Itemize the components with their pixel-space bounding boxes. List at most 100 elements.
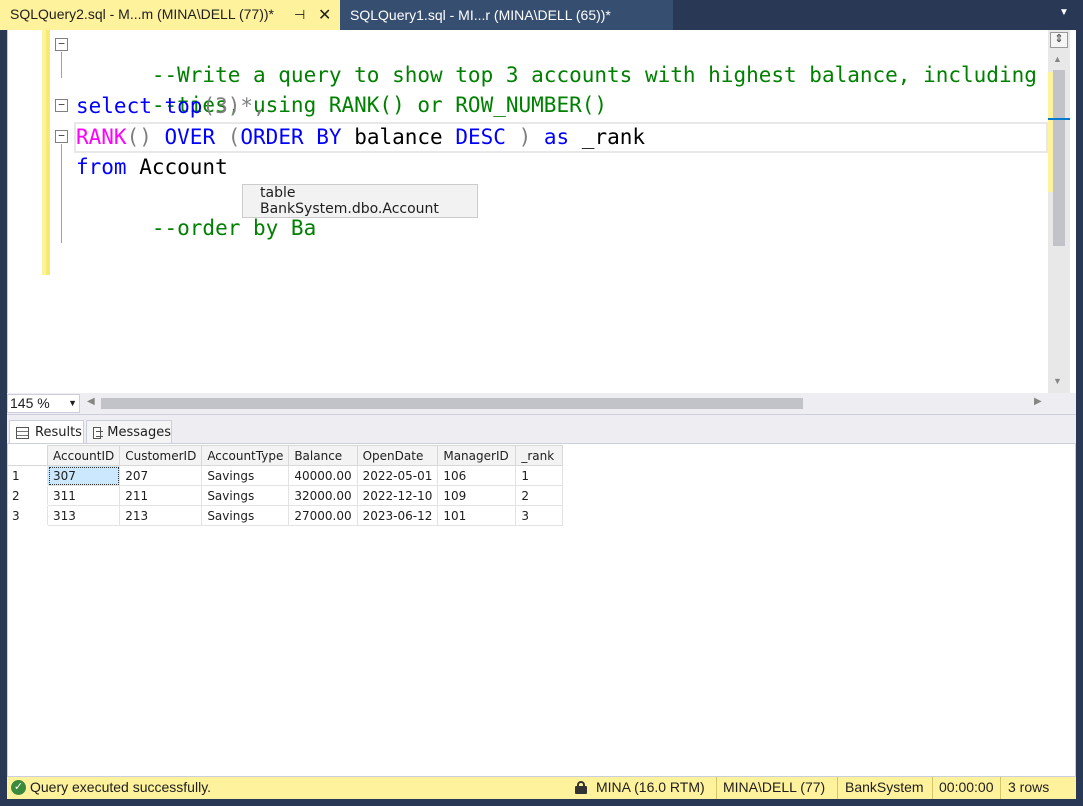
table-cell[interactable]: 307	[46, 465, 121, 486]
table-row[interactable]: 1 307 207 Savings 40000.00 2022-05-01 10…	[8, 465, 564, 486]
table-cell[interactable]: 2	[515, 485, 564, 506]
results-tab-strip: Results Messages	[7, 414, 1076, 444]
status-elapsed: 00:00:00	[939, 779, 994, 795]
messages-icon	[93, 426, 104, 439]
tab-results-label: Results	[35, 425, 82, 440]
document-tab-strip: SQLQuery2.sql - M...m (MINA\DELL (77))* …	[0, 0, 1083, 30]
ssms-window: SQLQuery2.sql - M...m (MINA\DELL (77))* …	[0, 0, 1083, 806]
comment-text: --order by Ba	[151, 216, 317, 240]
status-rows: 3 rows	[1008, 779, 1050, 795]
status-database: BankSystem	[845, 779, 924, 795]
table-name: Account	[126, 155, 228, 179]
table-cell[interactable]: 211	[119, 485, 203, 506]
keyword-over: OVER	[164, 125, 216, 149]
code-fragment: )	[505, 125, 544, 149]
tab-results[interactable]: Results	[9, 420, 84, 444]
tab-label: SQLQuery2.sql - M...m (MINA\DELL (77))*	[10, 5, 274, 22]
results-table: AccountID CustomerID AccountType Balance…	[8, 445, 564, 526]
scroll-thumb[interactable]	[1053, 70, 1065, 246]
scroll-up-icon[interactable]: ▲	[1053, 54, 1062, 64]
function-rank: RANK	[76, 125, 127, 149]
row-number[interactable]: 2	[8, 485, 48, 506]
column-header-managerid[interactable]: ManagerID	[437, 445, 517, 466]
table-cell[interactable]: 207	[119, 465, 203, 486]
zoom-value: 145 %	[10, 395, 50, 411]
table-row[interactable]: 3 313 213 Savings 27000.00 2023-06-12 10…	[8, 505, 564, 526]
column-name: balance	[341, 125, 456, 149]
code-line-1: --Write a query to show top 3 accounts w…	[76, 30, 1037, 87]
column-header-rank[interactable]: _rank	[515, 445, 564, 466]
check-circle-icon: ✓	[11, 780, 26, 795]
pin-icon[interactable]: ⊣	[294, 7, 305, 23]
table-cell[interactable]: Savings	[201, 505, 290, 526]
fold-toggle-icon[interactable]: −	[55, 130, 68, 143]
table-cell[interactable]: 213	[119, 505, 203, 526]
column-header-balance[interactable]: Balance	[288, 445, 358, 466]
table-cell[interactable]: 1	[515, 465, 564, 486]
results-grid[interactable]: AccountID CustomerID AccountType Balance…	[7, 443, 1076, 777]
status-divider	[716, 777, 717, 799]
fold-toggle-icon[interactable]: −	[55, 38, 68, 51]
column-header-customerid[interactable]: CustomerID	[119, 445, 203, 466]
window-frame-bottom	[0, 799, 1083, 806]
table-row[interactable]: 2 311 211 Savings 32000.00 2022-12-10 10…	[8, 485, 564, 506]
code-fragment: (	[215, 125, 241, 149]
status-message: Query executed successfully.	[30, 779, 212, 795]
keyword-from: from	[76, 155, 127, 179]
window-frame-left	[0, 30, 7, 806]
column-header-accounttype[interactable]: AccountType	[201, 445, 290, 466]
code-fragment: (3)*,	[202, 94, 266, 118]
table-cell[interactable]: 101	[437, 505, 517, 526]
quickinfo-tooltip: table BankSystem.dbo.Account	[242, 184, 478, 218]
close-icon[interactable]: ✕	[318, 5, 331, 25]
tab-messages[interactable]: Messages	[86, 420, 172, 444]
table-cell[interactable]: 2022-12-10	[356, 485, 439, 506]
horizontal-scroll-thumb[interactable]	[101, 398, 803, 409]
table-cell[interactable]: 27000.00	[288, 505, 358, 526]
grid-corner[interactable]	[8, 445, 48, 466]
keyword-desc: DESC	[455, 125, 506, 149]
tab-sqlquery2[interactable]: SQLQuery2.sql - M...m (MINA\DELL (77))* …	[0, 0, 340, 30]
code-line-5: from Account	[76, 152, 228, 182]
zoom-select[interactable]: 145 % ▼	[7, 394, 80, 413]
keyword-order-by: ORDER BY	[240, 125, 342, 149]
column-header-accountid[interactable]: AccountID	[46, 445, 121, 466]
table-cell[interactable]: 2023-06-12	[356, 505, 439, 526]
split-view-icon[interactable]: ⇕	[1050, 32, 1068, 48]
table-cell[interactable]: 3	[515, 505, 564, 526]
chevron-down-icon[interactable]: ▼	[1056, 7, 1072, 23]
table-cell[interactable]: 313	[46, 505, 121, 526]
code-fragment: ()	[126, 125, 165, 149]
table-cell[interactable]: 32000.00	[288, 485, 358, 506]
table-cell[interactable]: 2022-05-01	[356, 465, 439, 486]
row-number[interactable]: 3	[8, 505, 48, 526]
status-server: MINA (16.0 RTM)	[596, 779, 705, 795]
chevron-down-icon[interactable]: ▼	[68, 395, 77, 412]
scroll-right-icon[interactable]: ▶	[1034, 396, 1042, 407]
tab-sqlquery1[interactable]: SQLQuery1.sql - MI...r (MINA\DELL (65))*	[340, 0, 673, 30]
status-divider	[837, 777, 838, 799]
table-cell[interactable]: Savings	[201, 485, 290, 506]
scroll-left-icon[interactable]: ◀	[87, 396, 95, 407]
tooltip-text: table BankSystem.dbo.Account	[260, 185, 439, 217]
code-line-2: --ties, using RANK() or ROW_NUMBER()	[76, 60, 607, 117]
tab-label: SQLQuery1.sql - MI...r (MINA\DELL (65))*	[350, 7, 611, 23]
column-header-opendate[interactable]: OpenDate	[356, 445, 439, 466]
query-editor[interactable]: − − − --Write a query to show top 3 acco…	[7, 30, 1076, 393]
fold-toggle-icon[interactable]: −	[55, 99, 68, 112]
table-cell[interactable]: 40000.00	[288, 465, 358, 486]
keyword-select: select	[76, 94, 152, 118]
table-cell[interactable]: 311	[46, 485, 121, 506]
lock-icon	[575, 781, 587, 794]
scroll-down-icon[interactable]: ▼	[1053, 376, 1062, 386]
table-cell[interactable]: 106	[437, 465, 517, 486]
editor-vertical-scrollbar[interactable]: ⇕ ▲ ▼	[1048, 30, 1070, 393]
fold-line	[61, 144, 62, 243]
change-tracking-bar-edge	[46, 30, 50, 275]
keyword-top: top	[164, 94, 203, 118]
table-cell[interactable]: Savings	[201, 465, 290, 486]
row-number[interactable]: 1	[8, 465, 48, 486]
table-cell[interactable]: 109	[437, 485, 517, 506]
status-bar: ✓ Query executed successfully. MINA (16.…	[7, 777, 1076, 799]
window-frame-right	[1076, 30, 1083, 806]
